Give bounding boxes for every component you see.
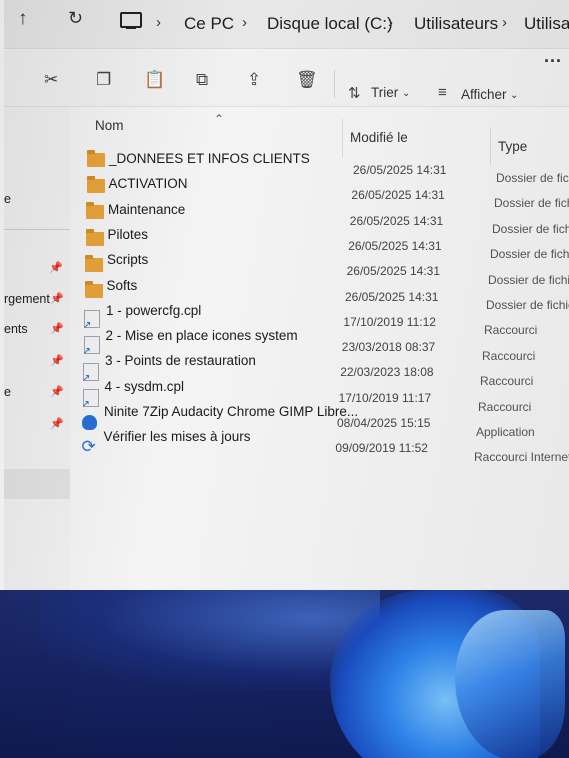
file-name: 3 - Points de restauration <box>105 353 256 369</box>
file-modified: 26/05/2025 14:31 <box>345 289 439 304</box>
pin-icon[interactable]: 📌 <box>50 292 64 305</box>
up-arrow-icon[interactable]: ↑ <box>18 8 28 30</box>
nav-item[interactable]: ents <box>4 322 28 336</box>
wallpaper-bloom <box>40 590 380 690</box>
file-modified: 17/10/2019 11:12 <box>343 314 436 329</box>
file-name: 2 - Mise en place icones system <box>105 328 298 344</box>
file-modified: 17/10/2019 11:17 <box>338 390 432 405</box>
file-type: Raccourci <box>478 399 532 414</box>
nav-item-selected[interactable] <box>4 469 70 499</box>
folder-icon <box>84 281 103 298</box>
rename-icon[interactable]: ⧉ <box>196 70 208 90</box>
share-icon[interactable]: ⇪ <box>247 70 261 90</box>
file-modified: 26/05/2025 14:31 <box>351 188 445 203</box>
file-modified: 22/03/2023 18:08 <box>340 365 434 380</box>
shortcut-icon <box>83 336 100 357</box>
file-modified: 09/09/2019 11:52 <box>335 441 428 456</box>
file-type: Dossier de fichie <box>492 221 569 236</box>
navigation-pane: e 📌 rgement 📌 ents 📌 📌 e 📌 📌 <box>4 107 70 590</box>
file-type: Dossier de fichier <box>488 272 569 287</box>
file-modified: 26/05/2025 14:31 <box>346 264 441 279</box>
file-type: Application <box>476 425 535 439</box>
toolbar-divider <box>334 70 335 98</box>
breadcrumb-user-folder[interactable]: Utilisate <box>524 14 569 34</box>
pin-icon[interactable]: 📌 <box>50 385 64 398</box>
chevron-right-icon: › <box>242 14 247 31</box>
view-label: Afficher <box>461 87 507 102</box>
shortcut-icon <box>83 310 100 331</box>
application-icon <box>82 415 97 430</box>
file-modified: 26/05/2025 14:31 <box>353 163 447 177</box>
file-name: Ninite 7Zip Audacity Chrome GIMP Libre..… <box>104 404 359 419</box>
file-modified: 26/05/2025 14:31 <box>348 238 442 253</box>
file-row[interactable]: Vérifier les mises à jours 09/09/2019 11:… <box>70 107 569 464</box>
shortcut-icon <box>82 362 99 384</box>
file-name: Softs <box>106 277 138 293</box>
refresh-icon[interactable]: ↻ <box>68 8 83 29</box>
breadcrumb-users[interactable]: Utilisateurs <box>414 14 498 34</box>
file-name: 4 - sysdm.cpl <box>104 378 185 394</box>
wallpaper-bloom <box>455 610 565 758</box>
breadcrumb-local-disk[interactable]: Disque local (C:) <box>267 14 393 34</box>
breadcrumb-this-pc[interactable]: Ce PC <box>184 14 234 34</box>
chevron-right-icon: › <box>388 14 393 31</box>
desktop-wallpaper <box>0 590 569 758</box>
scissors-icon[interactable]: ✂ <box>44 70 58 90</box>
nav-item[interactable]: e <box>4 192 11 206</box>
sort-icon: ⇅ <box>348 85 361 102</box>
file-type: Raccourci <box>482 348 536 363</box>
folder-icon <box>85 254 103 272</box>
pin-icon[interactable]: 📌 <box>50 354 64 367</box>
sort-label: Trier <box>371 85 399 100</box>
file-name: ACTIVATION <box>108 176 188 192</box>
file-list: Nom ⌃ Modifié le Type _DONNEES ET INFOS … <box>70 107 569 590</box>
folder-icon <box>86 202 104 220</box>
file-name: Maintenance <box>108 201 186 217</box>
file-name: Vérifier les mises à jours <box>103 429 251 445</box>
copy-icon[interactable]: ❐ <box>96 70 111 90</box>
file-name: Pilotes <box>107 226 149 242</box>
file-modified: 23/03/2018 08:37 <box>341 340 436 355</box>
column-header-type[interactable]: Type <box>498 139 527 154</box>
file-modified: 08/04/2025 15:15 <box>337 416 431 430</box>
file-name: 1 - powercfg.cpl <box>106 302 202 318</box>
trash-icon[interactable]: 🗑 <box>296 70 318 90</box>
column-divider[interactable] <box>490 127 491 165</box>
folder-icon <box>86 176 105 194</box>
address-bar: ↑ ↻ › Ce PC › Disque local (C:) › Utilis… <box>4 0 569 49</box>
file-name: _DONNEES ET INFOS CLIENTS <box>109 151 310 166</box>
file-explorer-window: ↑ ↻ › Ce PC › Disque local (C:) › Utilis… <box>4 0 569 590</box>
chevron-down-icon: ⌄ <box>510 90 519 101</box>
file-type: Raccourci <box>484 323 538 338</box>
file-type: Dossier de fichi <box>496 171 569 185</box>
shortcut-icon <box>82 388 99 410</box>
file-type: Dossier de fichiers <box>486 298 569 312</box>
file-type: Dossier de fichi <box>494 196 569 211</box>
chevron-right-icon: › <box>502 14 507 31</box>
folder-icon <box>87 150 105 167</box>
command-bar: ✂ ❐ 📋 ⧉ ⇪ 🗑 ⇅ Trier ⌄ ≡ Afficher ⌄ <box>4 50 569 107</box>
nav-item[interactable]: rgement <box>4 292 50 306</box>
photo: ↑ ↻ › Ce PC › Disque local (C:) › Utilis… <box>0 0 569 758</box>
paste-icon[interactable]: 📋 <box>144 70 165 90</box>
computer-icon <box>120 12 142 29</box>
file-type: Dossier de fichier <box>490 247 569 262</box>
column-header-modified[interactable]: Modifié le <box>350 130 408 145</box>
file-modified: 26/05/2025 14:31 <box>349 213 444 228</box>
pin-icon[interactable]: 📌 <box>50 417 64 430</box>
nav-divider <box>4 229 70 230</box>
pin-icon[interactable]: 📌 <box>50 322 64 335</box>
more-options-button[interactable]: ... <box>544 46 562 67</box>
view-icon: ≡ <box>438 84 447 101</box>
file-type: Raccourci <box>480 374 534 389</box>
chevron-down-icon: ⌄ <box>402 88 411 99</box>
file-name: Scripts <box>107 252 149 268</box>
internet-shortcut-icon <box>82 437 100 457</box>
nav-item[interactable]: e <box>4 385 11 399</box>
pin-icon[interactable]: 📌 <box>49 261 63 274</box>
chevron-right-icon: › <box>156 14 161 31</box>
folder-icon <box>85 228 104 246</box>
file-type: Raccourci Internet <box>474 450 569 465</box>
